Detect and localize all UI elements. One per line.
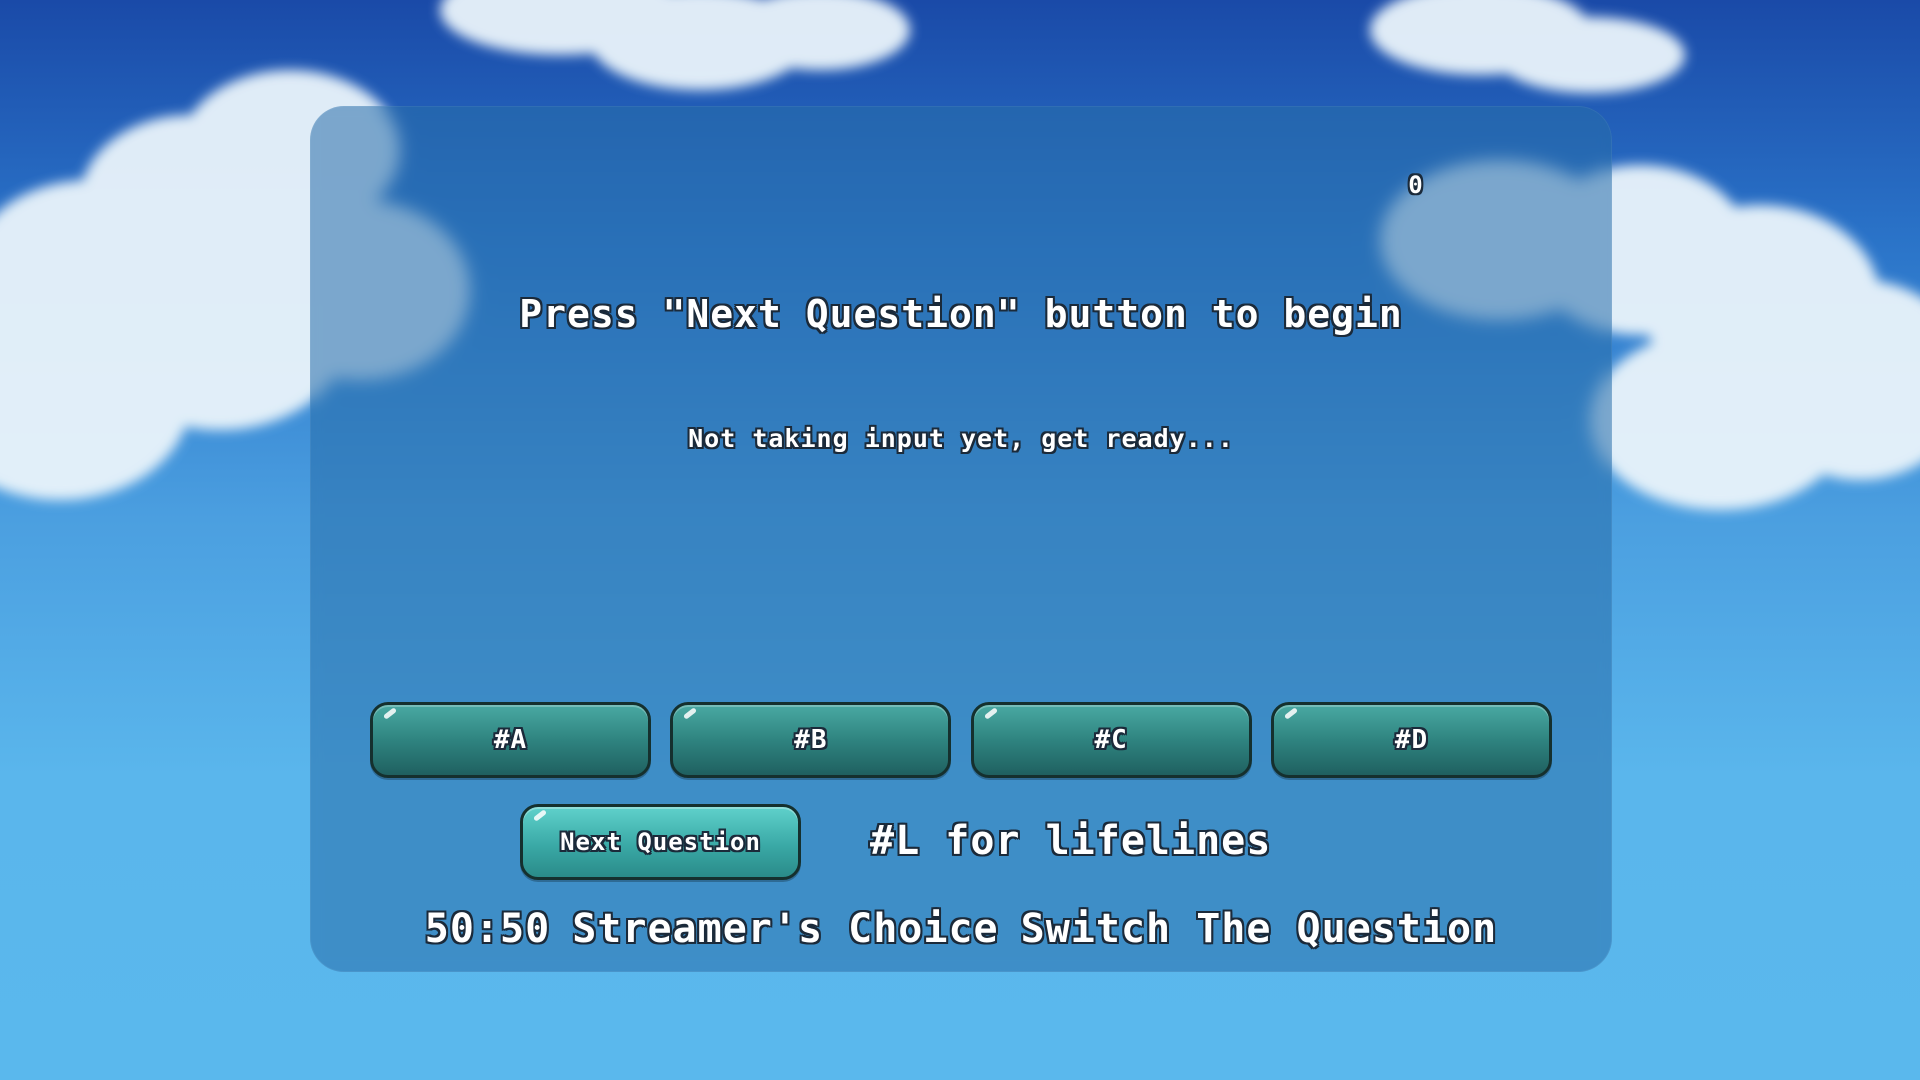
answer-label: #B (794, 725, 828, 755)
shine-highlight (683, 707, 698, 720)
lifeline-streamers-choice[interactable]: Streamer's Choice (572, 906, 998, 952)
next-question-label: Next Question (560, 828, 761, 856)
answer-label: #C (1094, 725, 1128, 755)
quiz-panel: 0 Press "Next Question" button to begin … (310, 106, 1612, 972)
status-text: Not taking input yet, get ready... (688, 424, 1234, 453)
shine-highlight (382, 707, 398, 720)
answer-a-button[interactable]: #A (370, 702, 651, 778)
shine-highlight (983, 707, 998, 720)
score-counter: 0 (1408, 171, 1424, 199)
question-text: Press "Next Question" button to begin (519, 292, 1403, 336)
lifelines-row: 50:50 Streamer's Choice Switch The Quest… (310, 906, 1612, 952)
next-question-button[interactable]: Next Question (520, 804, 801, 880)
answer-c-button[interactable]: #C (970, 702, 1252, 778)
shine-highlight (532, 809, 548, 822)
answer-label: #D (1394, 725, 1429, 755)
answer-buttons: #A #B #C #D (370, 702, 1552, 778)
lifeline-switch-question[interactable]: Switch The Question (1021, 906, 1498, 952)
answer-b-button[interactable]: #B (670, 702, 952, 778)
answer-d-button[interactable]: #D (1270, 702, 1552, 778)
lifeline-hint: #L for lifelines (870, 818, 1272, 864)
lifeline-fifty-fifty[interactable]: 50:50 (425, 906, 550, 952)
answer-label: #A (493, 725, 528, 755)
shine-highlight (1283, 707, 1299, 720)
